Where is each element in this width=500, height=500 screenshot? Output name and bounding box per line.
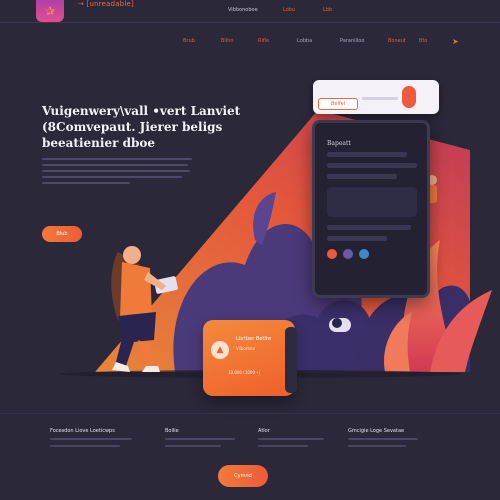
footer-column-2 <box>165 438 235 452</box>
description-line <box>42 182 130 184</box>
app-logo[interactable]: ✰ <box>36 0 64 22</box>
nav-link-7[interactable]: Bfo <box>419 38 427 44</box>
top-link-3[interactable]: Lbb <box>323 7 332 13</box>
info-card-subtitle: Viibortiev <box>236 346 256 351</box>
top-link-2[interactable]: Lobu <box>283 7 295 13</box>
phone-content <box>327 152 421 259</box>
phone-row <box>327 163 417 168</box>
nav-link-3[interactable]: Rifle <box>258 38 269 44</box>
footer-heading-3: Atlor <box>258 428 270 434</box>
footer-heading-2: Boilie <box>165 428 179 434</box>
info-card-footer: 10.000 (1000 •) <box>228 370 261 375</box>
hero-title: Vuigenwery\vall •vert Lanviet (8Comvepau… <box>42 103 242 151</box>
nav-link-4[interactable]: Lobba <box>297 38 312 44</box>
search-tag[interactable]: Belfel <box>318 98 358 110</box>
phone-row <box>327 174 397 179</box>
nav-link-1[interactable]: Brub <box>183 38 195 44</box>
phone-row <box>327 152 407 157</box>
description-line <box>42 170 190 172</box>
footer-heading-1: Focesdon Liove Loeticwps <box>50 428 115 434</box>
hero-title-line: (8Comvepaut. Jierer beligs <box>42 120 223 134</box>
phone-dot-icon[interactable] <box>327 249 337 259</box>
nav-link-5[interactable]: Paranilloo <box>340 38 364 44</box>
footer-column-3 <box>258 438 324 452</box>
hero-title-line: Vuigenwery\vall •vert Lanviet <box>42 104 241 118</box>
top-divider <box>0 22 500 23</box>
search-field[interactable] <box>362 97 398 100</box>
info-card-side-panel <box>285 327 297 393</box>
footer-cta-button[interactable]: Cymnd <box>218 465 268 487</box>
footer-divider <box>0 413 500 414</box>
hero-title-line: beeatienier dboe <box>42 136 156 150</box>
brand-name[interactable]: → [unreadable] <box>78 0 134 8</box>
search-button[interactable] <box>402 86 416 108</box>
phone-dot-icon[interactable] <box>343 249 353 259</box>
hero-cta-button[interactable]: Blub <box>42 226 82 242</box>
info-card-title: Lbrtber Betllw <box>236 336 272 342</box>
phone-row <box>327 236 387 241</box>
top-link-1[interactable]: Vibbonoboe <box>228 7 258 13</box>
footer-heading-4: Gmcigie Loge Sevatae <box>348 428 405 434</box>
flame-icon: ▲ <box>211 341 229 359</box>
phone-dot-icon[interactable] <box>359 249 369 259</box>
description-line <box>42 158 192 160</box>
nav-link-2[interactable]: Bilho <box>221 38 233 44</box>
footer-column-4 <box>348 438 418 452</box>
description-line <box>42 164 188 166</box>
logo-icon: ✰ <box>44 4 56 18</box>
phone-title: Bapeatt <box>327 140 351 147</box>
phone-row <box>327 225 411 230</box>
rocket-icon[interactable]: ➤ <box>452 37 459 46</box>
hero-description <box>42 158 192 188</box>
phone-card[interactable] <box>327 187 417 217</box>
description-line <box>42 176 182 178</box>
nav-link-6[interactable]: Boneut <box>388 38 406 44</box>
footer-column-1 <box>50 438 132 452</box>
